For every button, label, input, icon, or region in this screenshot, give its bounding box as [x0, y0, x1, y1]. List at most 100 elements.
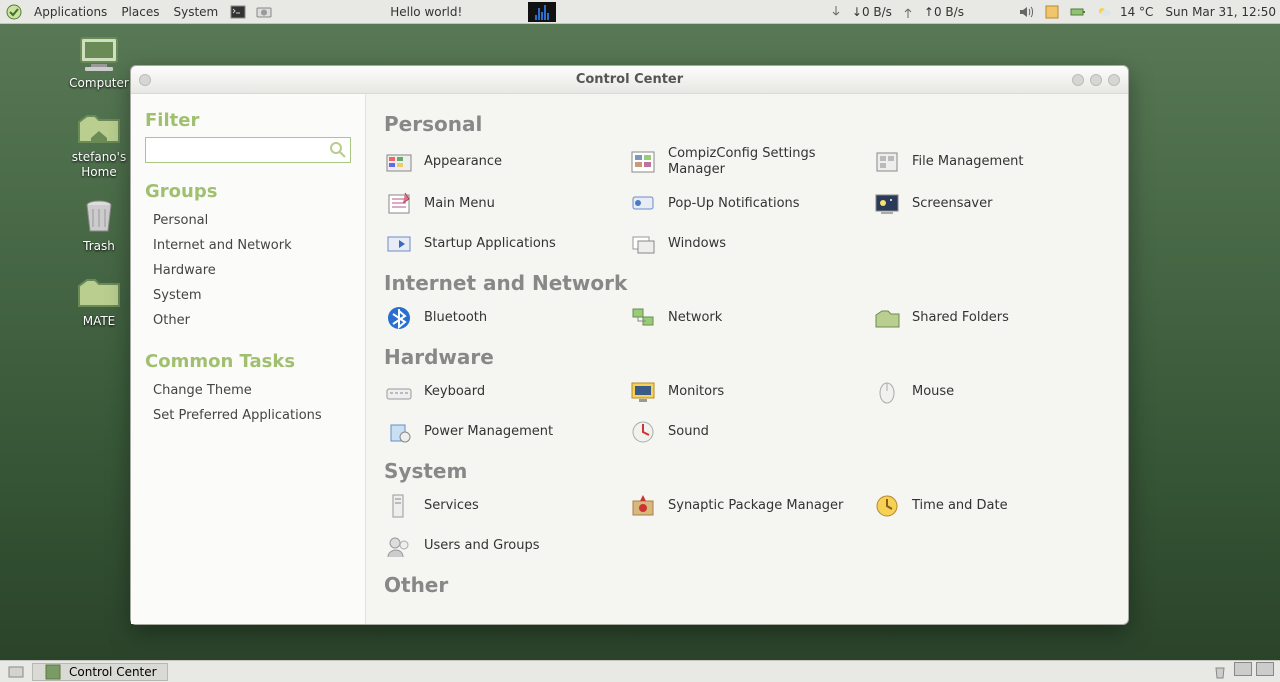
group-item-system[interactable]: System [151, 283, 351, 308]
cc-item-label: Network [668, 310, 722, 326]
titlebar-left-buttons [139, 74, 151, 86]
workspace-1[interactable] [1234, 662, 1252, 676]
trash-applet-icon[interactable] [1210, 662, 1230, 682]
battery-icon[interactable] [1068, 2, 1088, 22]
clock[interactable]: Sun Mar 31, 12:50 [1165, 5, 1276, 19]
menu-applications[interactable]: Applications [30, 5, 111, 19]
filter-input[interactable] [145, 137, 351, 163]
cc-item-label: Screensaver [912, 196, 992, 212]
show-desktop-icon[interactable] [6, 662, 26, 682]
taskbar-item-label: Control Center [69, 665, 157, 679]
task-item-set-preferred-applications[interactable]: Set Preferred Applications [151, 403, 351, 428]
cc-item-windows[interactable]: Windows [628, 231, 866, 257]
cc-item-monitors[interactable]: Monitors [628, 379, 866, 405]
cc-item-startup[interactable]: Startup Applications [384, 231, 622, 257]
menu-places[interactable]: Places [117, 5, 163, 19]
cc-item-synaptic[interactable]: Synaptic Package Manager [628, 493, 866, 519]
cc-item-screensaver[interactable]: Screensaver [872, 191, 1110, 217]
desktop-icon-label: Computer [69, 76, 129, 90]
cc-item-label: File Management [912, 154, 1024, 170]
cc-item-sound[interactable]: Sound [628, 419, 866, 445]
section-heading-system: System [384, 459, 1110, 483]
group-item-personal[interactable]: Personal [151, 208, 351, 233]
screensaver-icon [872, 191, 902, 217]
group-item-internet-and-network[interactable]: Internet and Network [151, 233, 351, 258]
filter-heading: Filter [145, 110, 351, 131]
cc-item-label: Appearance [424, 154, 502, 170]
cc-item-timedate[interactable]: Time and Date [872, 493, 1110, 519]
task-item-change-theme[interactable]: Change Theme [151, 378, 351, 403]
cc-item-mainmenu[interactable]: Main Menu [384, 191, 622, 217]
cc-item-filemgmt[interactable]: File Management [872, 146, 1110, 177]
hello-applet: Hello world! [390, 5, 462, 19]
control-center-window: Control Center Filter Groups PersonalInt… [130, 65, 1129, 625]
cc-item-usersgroups[interactable]: Users and Groups [384, 533, 622, 559]
cc-item-services[interactable]: Services [384, 493, 622, 519]
control-center-icon [43, 662, 63, 682]
timedate-icon [872, 493, 902, 519]
keyboard-icon [384, 379, 414, 405]
workspace-2[interactable] [1256, 662, 1274, 676]
cc-item-label: CompizConfig Settings Manager [668, 146, 866, 177]
computer-icon [75, 34, 123, 74]
common-tasks-heading: Common Tasks [145, 351, 351, 372]
cc-item-popup[interactable]: Pop-Up Notifications [628, 191, 866, 217]
search-icon[interactable] [329, 141, 347, 159]
close-button[interactable] [139, 74, 151, 86]
menu-system[interactable]: System [169, 5, 222, 19]
power-icon [384, 419, 414, 445]
alt-close-button[interactable] [1108, 74, 1120, 86]
cc-item-label: Synaptic Package Manager [668, 498, 843, 514]
sidebar: Filter Groups PersonalInternet and Netwo… [131, 94, 366, 624]
cc-item-power[interactable]: Power Management [384, 419, 622, 445]
titlebar[interactable]: Control Center [131, 66, 1128, 94]
cc-item-network[interactable]: Network [628, 305, 866, 331]
bluetooth-icon [384, 305, 414, 331]
cc-item-label: Users and Groups [424, 538, 539, 554]
cc-item-compiz[interactable]: CompizConfig Settings Manager [628, 146, 866, 177]
trash-icon [75, 197, 123, 237]
appearance-icon [384, 149, 414, 175]
sound-icon [628, 419, 658, 445]
weather-icon[interactable] [1094, 2, 1114, 22]
services-icon [384, 493, 414, 519]
maximize-button[interactable] [1090, 74, 1102, 86]
section-heading-other: Other [384, 573, 1110, 597]
screenshot-icon[interactable] [254, 2, 274, 22]
cc-item-label: Main Menu [424, 196, 495, 212]
minimize-button[interactable] [1072, 74, 1084, 86]
section-heading-internet-and-network: Internet and Network [384, 271, 1110, 295]
cc-item-label: Bluetooth [424, 310, 487, 326]
top-panel: Applications Places System Hello world! … [0, 0, 1280, 24]
tasks-list: Change ThemeSet Preferred Applications [151, 378, 351, 428]
cc-item-label: Services [424, 498, 479, 514]
net-down-label: ↓0 B/s [852, 5, 892, 19]
monitors-icon [628, 379, 658, 405]
volume-icon[interactable] [1016, 2, 1036, 22]
weather-temp: 14 °C [1120, 5, 1153, 19]
cc-item-label: Keyboard [424, 384, 485, 400]
cc-item-keyboard[interactable]: Keyboard [384, 379, 622, 405]
update-icon[interactable] [1042, 2, 1062, 22]
cc-item-mouse[interactable]: Mouse [872, 379, 1110, 405]
cc-item-label: Sound [668, 424, 709, 440]
system-monitor-applet[interactable] [528, 2, 556, 22]
mate-logo-icon[interactable] [4, 2, 24, 22]
cc-item-label: Time and Date [912, 498, 1008, 514]
group-item-hardware[interactable]: Hardware [151, 258, 351, 283]
section-heading-personal: Personal [384, 112, 1110, 136]
terminal-icon[interactable] [228, 2, 248, 22]
taskbar-item-control-center[interactable]: Control Center [32, 663, 168, 681]
mouse-icon [872, 379, 902, 405]
windows-icon [628, 231, 658, 257]
cc-item-label: Mouse [912, 384, 954, 400]
cc-item-label: Monitors [668, 384, 724, 400]
net-down-icon [826, 2, 846, 22]
group-item-other[interactable]: Other [151, 308, 351, 333]
cc-item-shared[interactable]: Shared Folders [872, 305, 1110, 331]
cc-item-bluetooth[interactable]: Bluetooth [384, 305, 622, 331]
cc-item-appearance[interactable]: Appearance [384, 146, 622, 177]
section-grid: Services Synaptic Package Manager Time and… [384, 493, 1110, 559]
home-folder-icon [75, 108, 123, 148]
desktop-icon-label: Trash [83, 239, 115, 253]
